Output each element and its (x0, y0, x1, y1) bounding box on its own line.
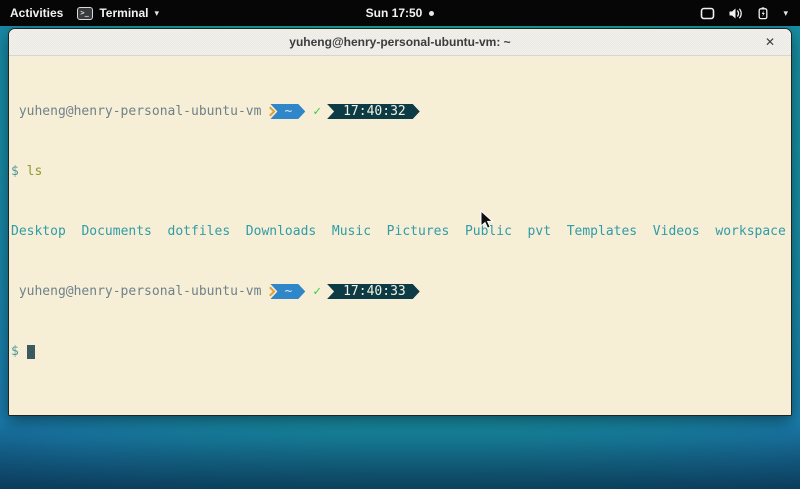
prompt-path-segment: ~ (270, 104, 305, 119)
directory-list: Desktop Documents dotfiles Downloads Mus… (11, 224, 789, 239)
gnome-top-bar: Activities >_ Terminal ▾ Sun 17:50 ▾ (0, 0, 800, 26)
terminal-window: yuheng@henry-personal-ubuntu-vm: ~ ✕ yuh… (8, 28, 792, 416)
window-titlebar[interactable]: yuheng@henry-personal-ubuntu-vm: ~ ✕ (9, 29, 791, 56)
prompt-time-segment: 17:40:33 (327, 284, 420, 299)
close-button[interactable]: ✕ (761, 33, 779, 51)
prompt-user-host: yuheng@henry-personal-ubuntu-vm (11, 284, 261, 299)
screen-icon (700, 7, 715, 20)
prompt-dollar: $ (11, 344, 19, 359)
prompt-path-segment: ~ (270, 284, 305, 299)
prompt-user-host: yuheng@henry-personal-ubuntu-vm (11, 104, 261, 119)
app-menu-button[interactable]: >_ Terminal ▾ (77, 6, 159, 20)
app-menu-label: Terminal (99, 6, 148, 20)
prompt-time-segment: 17:40:32 (327, 104, 420, 119)
activities-button[interactable]: Activities (10, 6, 63, 20)
prompt-line: yuheng@henry-personal-ubuntu-vm ~ ✓ 17:4… (11, 284, 789, 299)
prompt-dollar: $ (11, 164, 19, 179)
clock-button[interactable]: Sun 17:50 (366, 6, 423, 20)
prompt-line: yuheng@henry-personal-ubuntu-vm ~ ✓ 17:4… (11, 104, 789, 119)
status-check-icon: ✓ (313, 104, 321, 119)
system-menu-chevron-icon: ▾ (783, 8, 788, 19)
notification-dot-icon (429, 11, 434, 16)
battery-charging-icon (756, 7, 770, 20)
terminal-content[interactable]: yuheng@henry-personal-ubuntu-vm ~ ✓ 17:4… (9, 56, 791, 416)
command-line: $ ls (11, 164, 789, 179)
active-input-line[interactable]: $ (11, 344, 789, 359)
terminal-app-icon: >_ (77, 7, 93, 20)
text-cursor (27, 345, 35, 359)
system-status-area[interactable]: ▾ (700, 7, 800, 20)
window-title: yuheng@henry-personal-ubuntu-vm: ~ (289, 35, 510, 49)
chevron-down-icon: ▾ (154, 8, 159, 19)
typed-command: ls (27, 164, 43, 179)
volume-icon (728, 7, 743, 20)
status-check-icon: ✓ (313, 284, 321, 299)
